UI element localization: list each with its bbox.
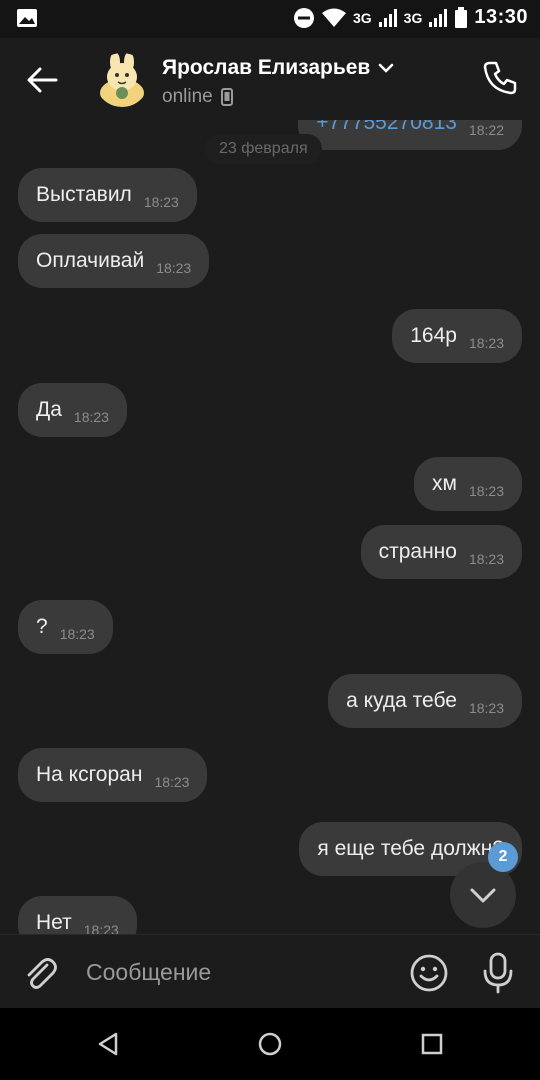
message-bubble-outgoing[interactable]: +77755270813 18:22 xyxy=(298,120,522,150)
unread-count-badge: 2 xyxy=(488,842,518,872)
message-text: На ксгоран xyxy=(36,763,143,786)
phone-icon[interactable] xyxy=(480,58,520,98)
message-time: 18:23 xyxy=(156,260,192,276)
network-type-label-2: 3G xyxy=(403,9,423,26)
message-time: 18:22 xyxy=(468,122,504,138)
message-time: 18:23 xyxy=(59,626,95,642)
paperclip-icon[interactable] xyxy=(20,953,60,993)
chevron-down-icon[interactable] xyxy=(378,62,394,74)
contact-name[interactable]: Ярослав Елизарьев xyxy=(162,56,394,80)
nav-recents-icon[interactable] xyxy=(414,1026,450,1062)
message-time: 18:23 xyxy=(468,483,504,499)
message-text: ? xyxy=(36,615,48,638)
system-navigation-bar xyxy=(0,1008,540,1080)
message-bubble-incoming[interactable]: Да 18:23 xyxy=(18,383,127,437)
smiley-icon[interactable] xyxy=(408,952,450,994)
message-time: 18:23 xyxy=(83,922,119,934)
message-list[interactable]: +77755270813 18:22 23 февраля Выставил 1… xyxy=(0,120,540,934)
contact-status: online xyxy=(162,86,233,108)
clock: 13:30 xyxy=(474,6,528,28)
nav-home-icon[interactable] xyxy=(252,1026,288,1062)
message-time: 18:23 xyxy=(468,551,504,567)
wifi-icon xyxy=(321,8,346,27)
message-text: 164р xyxy=(410,324,457,347)
scroll-to-bottom-button[interactable] xyxy=(450,862,516,928)
message-bubble-outgoing[interactable]: хм 18:23 xyxy=(414,457,522,511)
message-bubble-incoming[interactable]: На ксгоран 18:23 xyxy=(18,748,208,802)
back-arrow-icon[interactable] xyxy=(22,60,62,100)
battery-icon xyxy=(455,6,468,28)
status-bar: 3G 3G 13:30 xyxy=(0,0,540,38)
message-bubble-incoming[interactable]: Нет 18:23 xyxy=(18,896,137,934)
microphone-icon[interactable] xyxy=(478,950,518,994)
nav-back-icon[interactable] xyxy=(90,1026,126,1062)
date-divider: 23 февраля xyxy=(205,134,322,164)
message-time: 18:23 xyxy=(154,774,190,790)
message-text: хм xyxy=(432,472,457,495)
message-text: Выставил xyxy=(36,183,132,206)
message-text: Да xyxy=(36,398,62,421)
contact-name-text: Ярослав Елизарьев xyxy=(162,56,371,79)
mobile-device-icon xyxy=(220,88,233,106)
message-time: 18:23 xyxy=(468,700,504,716)
message-time: 18:23 xyxy=(73,409,109,425)
message-bubble-incoming[interactable]: Оплачивай 18:23 xyxy=(18,234,210,288)
message-time: 18:23 xyxy=(468,335,504,351)
status-text: online xyxy=(162,86,213,107)
message-time: 18:23 xyxy=(143,194,179,210)
signal-icon-2 xyxy=(429,8,448,27)
chevron-down-icon xyxy=(470,888,496,903)
message-bubble-outgoing[interactable]: 164р 18:23 xyxy=(392,309,522,363)
message-input[interactable] xyxy=(86,951,386,993)
avatar[interactable] xyxy=(95,53,149,107)
message-text: а куда тебе xyxy=(346,689,457,712)
chat-header: Ярослав Елизарьев online xyxy=(0,38,540,120)
do-not-disturb-icon xyxy=(293,7,314,28)
network-type-label: 3G xyxy=(352,9,372,26)
message-bubble-incoming[interactable]: ? 18:23 xyxy=(18,600,113,654)
message-text: странно xyxy=(378,540,457,563)
message-bubble-incoming[interactable]: Выставил 18:23 xyxy=(18,168,197,222)
message-bubble-outgoing[interactable]: странно 18:23 xyxy=(360,525,522,579)
message-composer xyxy=(0,934,540,1008)
gallery-notification-icon xyxy=(17,9,37,27)
signal-icon xyxy=(378,8,397,27)
message-text: я еще тебе должн? xyxy=(317,837,504,860)
message-bubble-outgoing[interactable]: а куда тебе 18:23 xyxy=(328,674,522,728)
message-text: Оплачивай xyxy=(36,249,145,272)
phone-number-link[interactable]: +77755270813 xyxy=(316,120,457,135)
message-text: Нет xyxy=(36,911,72,934)
